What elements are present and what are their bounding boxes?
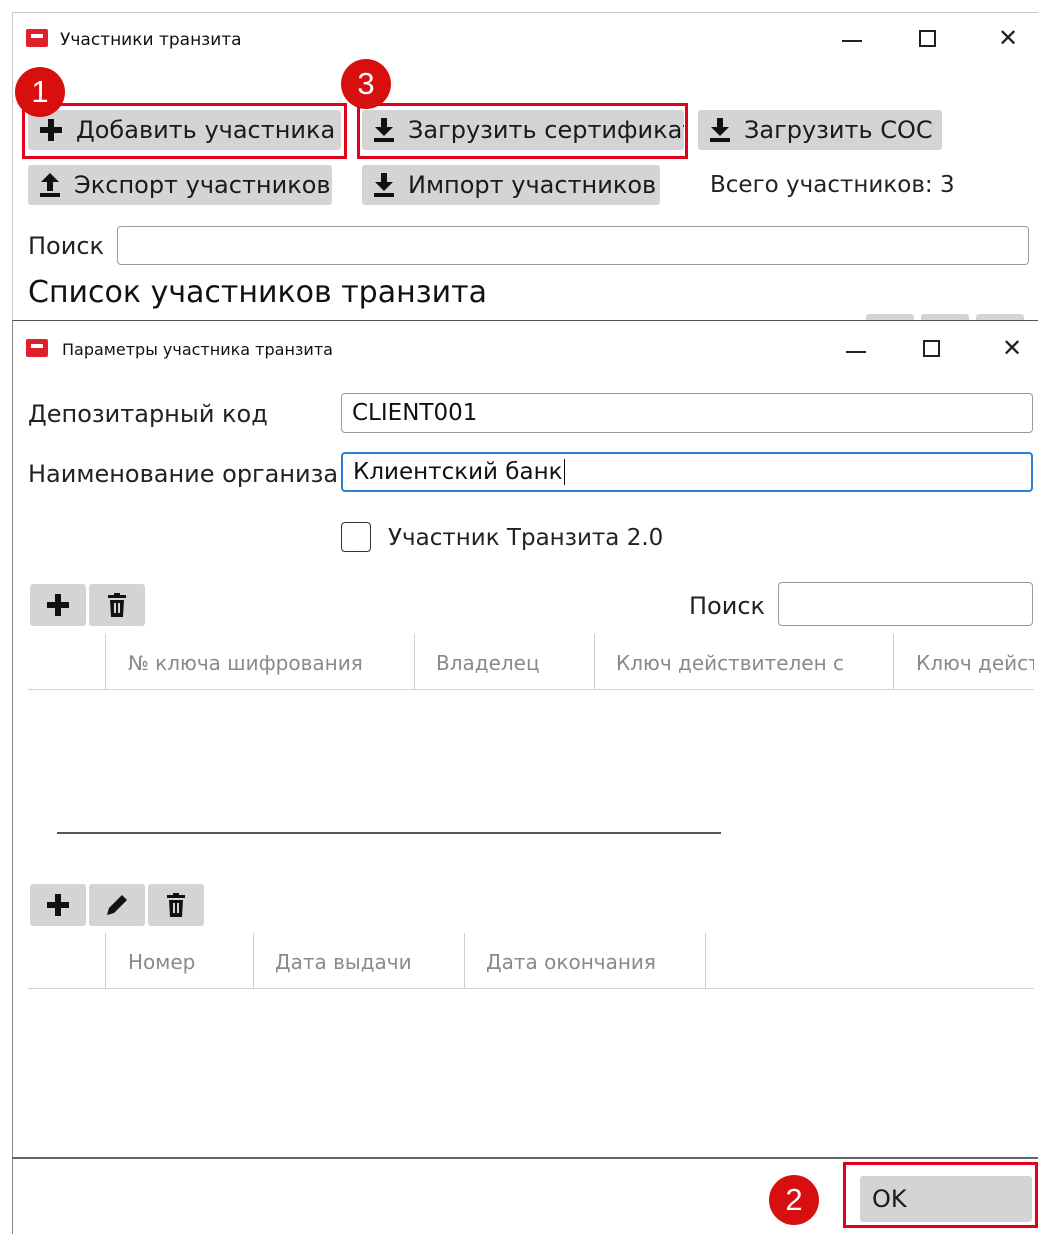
highlight-ok-button (843, 1162, 1038, 1228)
keys-col-valid-from[interactable]: Ключ действителен с (616, 651, 844, 675)
download-icon (710, 118, 730, 142)
plus-icon (47, 894, 69, 916)
minimize-icon[interactable] (846, 351, 866, 353)
certs-header-divider (28, 988, 1034, 989)
upload-icon (40, 173, 60, 197)
keys-table-header: № ключа шифрования Владелец Ключ действи… (28, 634, 1034, 690)
org-name-label: Наименование организа (28, 460, 339, 488)
main-window-title: Участники транзита (60, 30, 242, 50)
import-participants-button[interactable]: Импорт участников (362, 165, 660, 205)
close-icon[interactable]: ✕ (992, 336, 1032, 360)
depo-code-input[interactable]: CLIENT001 (341, 393, 1033, 433)
pencil-icon (107, 895, 127, 915)
keys-search-label: Поиск (689, 592, 766, 620)
dialog-footer-divider (12, 1157, 1038, 1159)
participants-total: Всего участников: 3 (710, 172, 955, 198)
transit2-label: Участник Транзита 2.0 (388, 525, 664, 551)
org-name-input[interactable]: Клиентский банк (341, 452, 1033, 492)
keys-col-valid-to-label: Ключ дейст (916, 651, 1034, 675)
certs-col-number[interactable]: Номер (128, 950, 195, 974)
minimize-icon[interactable] (842, 40, 862, 42)
keys-col-owner[interactable]: Владелец (436, 651, 540, 675)
certs-col-issue-date[interactable]: Дата выдачи (275, 950, 412, 974)
maximize-icon[interactable] (923, 340, 940, 357)
maximize-icon[interactable] (919, 30, 936, 47)
step-badge-2: 2 (769, 1175, 819, 1225)
main-search-label: Поиск (28, 232, 105, 260)
upload-cos-button[interactable]: Загрузить СОС (698, 110, 942, 150)
close-icon[interactable]: ✕ (988, 26, 1028, 50)
app-icon (26, 339, 48, 357)
org-name-value: Клиентский банк (353, 459, 563, 485)
transit2-checkbox[interactable] (341, 522, 371, 552)
download-icon (374, 173, 394, 197)
splitter[interactable] (57, 832, 721, 834)
certs-table-header: Номер Дата выдачи Дата окончания (28, 933, 1034, 989)
highlight-add-participant (22, 103, 347, 159)
keys-header-divider (28, 689, 1034, 690)
step-badge-3: 3 (341, 59, 391, 109)
trash-icon (108, 593, 126, 617)
keys-col-key-number[interactable]: № ключа шифрования (128, 651, 363, 675)
step-badge-1: 1 (15, 67, 65, 117)
dialog-title: Параметры участника транзита (62, 340, 333, 359)
keys-col-valid-to[interactable]: Ключ дейст (916, 651, 1034, 675)
add-certificate-button[interactable] (30, 884, 86, 926)
delete-key-button[interactable] (89, 584, 145, 626)
app-icon (26, 29, 48, 47)
upload-cos-label: Загрузить СОС (744, 116, 933, 144)
export-participants-label: Экспорт участников (74, 171, 331, 199)
certs-col-end-date[interactable]: Дата окончания (486, 950, 656, 974)
edit-certificate-button[interactable] (89, 884, 145, 926)
import-participants-label: Импорт участников (408, 171, 657, 199)
depo-code-label: Депозитарный код (28, 400, 268, 428)
delete-certificate-button[interactable] (148, 884, 204, 926)
plus-icon (47, 594, 69, 616)
keys-search-input[interactable] (778, 582, 1033, 626)
add-key-button[interactable] (30, 584, 86, 626)
trash-icon (167, 893, 185, 917)
list-heading: Список участников транзита (28, 275, 488, 310)
export-participants-button[interactable]: Экспорт участников (28, 165, 332, 205)
main-search-input[interactable] (117, 226, 1029, 265)
highlight-upload-certificate (357, 103, 688, 159)
